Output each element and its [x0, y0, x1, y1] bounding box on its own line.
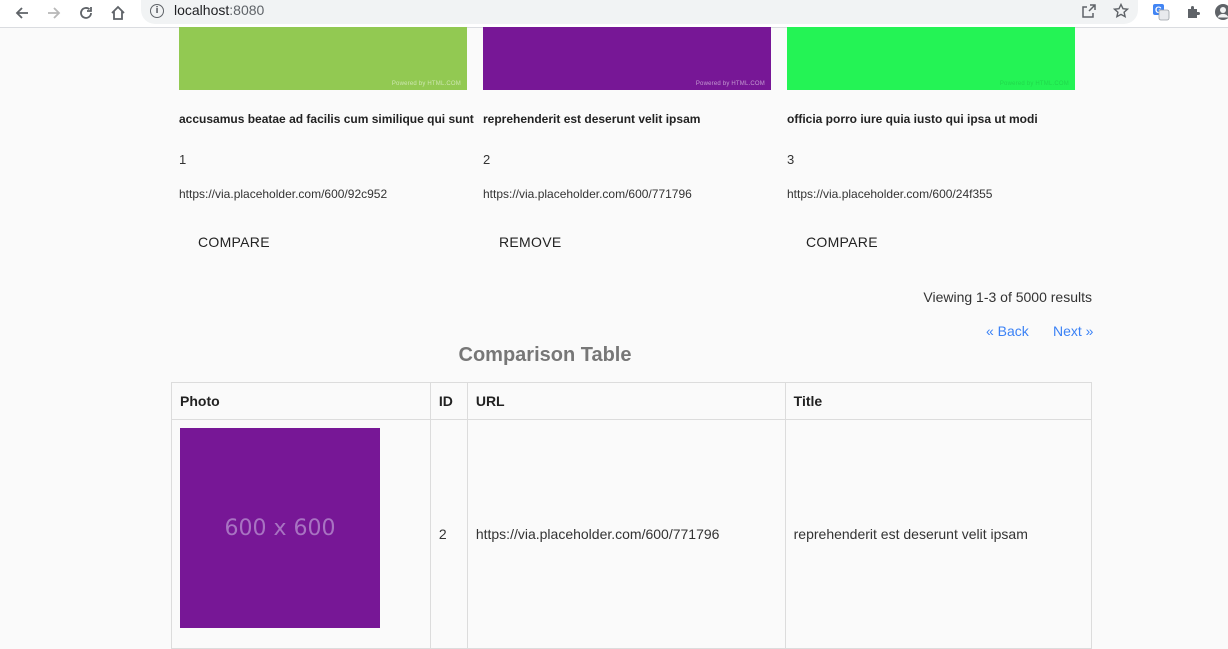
- home-button[interactable]: [106, 1, 130, 25]
- star-icon[interactable]: [1111, 1, 1131, 21]
- card-title: reprehenderit est deserunt velit ipsam: [483, 112, 701, 126]
- profile-icon[interactable]: [1212, 1, 1228, 23]
- next-link[interactable]: Next »: [1053, 323, 1093, 339]
- card-id: 3: [787, 152, 795, 167]
- comparison-title: Comparison Table: [458, 344, 632, 366]
- url-host: localhost: [174, 2, 230, 18]
- share-icon[interactable]: [1079, 1, 1099, 21]
- thumbnail-caption: Powered by HTML.COM: [999, 81, 1069, 87]
- thumbnail-caption: Powered by HTML.COM: [695, 81, 765, 87]
- photo-header: Photo: [171, 382, 431, 420]
- title-cell: reprehenderit est deserunt velit ipsam: [784, 419, 1093, 649]
- card-thumbnail[interactable]: Powered by HTML.COM: [787, 27, 1075, 90]
- results-count: Viewing 1-3 of 5000 results: [923, 289, 1092, 305]
- photo-size-label: 600 x 600: [224, 515, 336, 541]
- table-header-row: Photo ID URL Title: [171, 382, 1093, 420]
- url-port: :8080: [229, 2, 265, 18]
- card-url: https://via.placeholder.com/600/24f355: [787, 187, 993, 201]
- back-link[interactable]: « Back: [986, 323, 1029, 339]
- info-icon[interactable]: i: [150, 4, 164, 18]
- photo-thumbnail: 600 x 600: [180, 428, 380, 628]
- arrow-left-icon: [15, 7, 28, 19]
- forward-button[interactable]: [42, 1, 66, 25]
- url-cell: https://via.placeholder.com/600/771796: [466, 419, 786, 649]
- remove-button[interactable]: REMOVE: [483, 227, 577, 257]
- card-url: https://via.placeholder.com/600/92c952: [179, 187, 388, 201]
- reload-icon: [80, 7, 92, 19]
- reload-button[interactable]: [74, 1, 98, 25]
- card-url: https://via.placeholder.com/600/771796: [483, 187, 692, 201]
- card-id: 2: [483, 152, 491, 167]
- url-text[interactable]: localhost:8080: [174, 2, 264, 18]
- card-title: officia porro iure quia iusto qui ipsa u…: [787, 112, 1038, 126]
- back-button[interactable]: [10, 1, 34, 25]
- title-header: Title: [784, 382, 1093, 420]
- browser-toolbar: i localhost:8080 G: [0, 0, 1228, 28]
- table-row: 600 x 600 2 https://via.placeholder.com/…: [171, 419, 1093, 649]
- arrow-right-icon: [48, 7, 61, 19]
- puzzle-icon[interactable]: [1182, 1, 1204, 23]
- comparison-table: Photo ID URL Title 600 x 600 2 https://v…: [171, 382, 1093, 649]
- address-bar[interactable]: i localhost:8080: [141, 0, 1138, 24]
- id-header: ID: [429, 382, 468, 420]
- photo-cell: 600 x 600: [171, 419, 431, 649]
- url-header: URL: [466, 382, 786, 420]
- translate-icon[interactable]: G: [1150, 1, 1172, 23]
- compare-button[interactable]: COMPARE: [182, 227, 286, 257]
- compare-button[interactable]: COMPARE: [790, 227, 894, 257]
- card-thumbnail[interactable]: Powered by HTML.COM: [179, 27, 467, 90]
- id-cell: 2: [429, 419, 468, 649]
- thumbnail-caption: Powered by HTML.COM: [391, 81, 461, 87]
- card-title: accusamus beatae ad facilis cum similiqu…: [179, 112, 474, 126]
- home-icon: [111, 5, 125, 20]
- card-id: 1: [179, 152, 187, 167]
- card-thumbnail[interactable]: Powered by HTML.COM: [483, 27, 771, 90]
